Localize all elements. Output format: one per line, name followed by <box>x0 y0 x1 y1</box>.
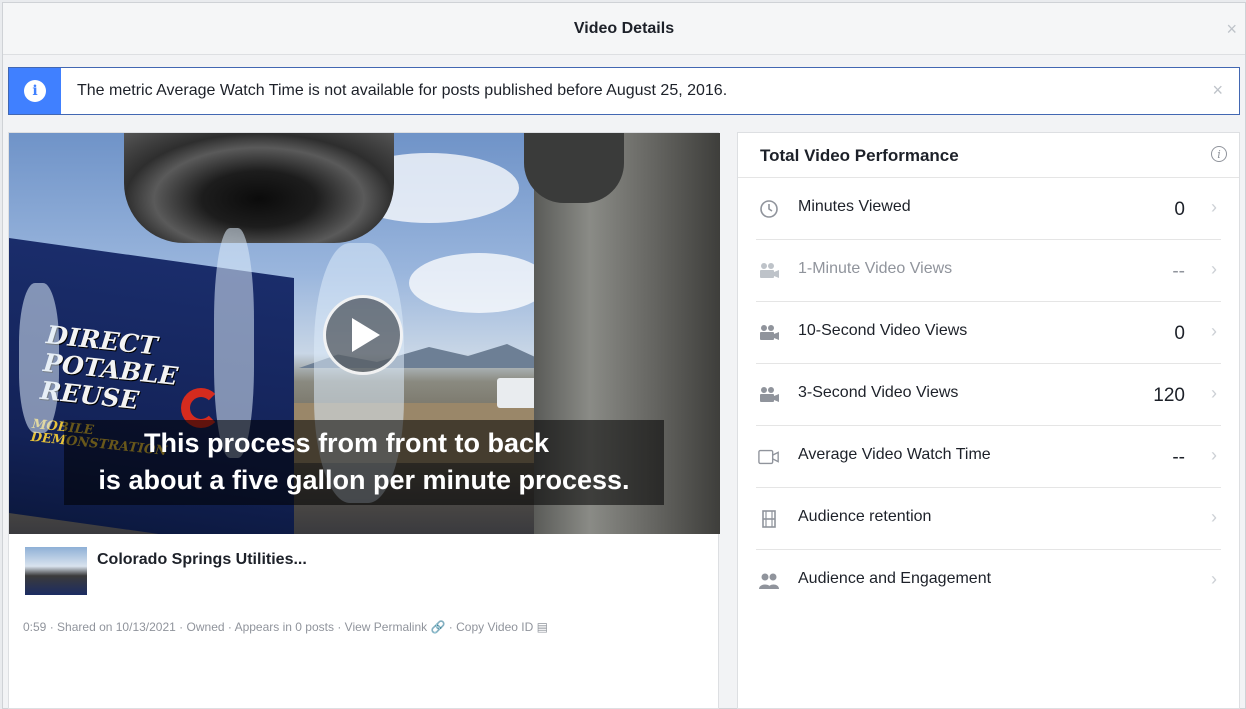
chevron-right-icon: › <box>1211 569 1217 589</box>
ownership-label: Owned <box>186 620 225 634</box>
metric-row-audience-retention[interactable]: Audience retention › <box>756 488 1221 550</box>
metric-row-1-minute-views[interactable]: 1-Minute Video Views -- › <box>756 240 1221 302</box>
appears-in-posts-link[interactable]: Appears in 0 posts <box>235 620 334 634</box>
copy-video-id-link[interactable]: Copy Video ID <box>456 620 533 634</box>
video-camera-icon <box>758 384 780 406</box>
chevron-right-icon: › <box>1211 383 1217 403</box>
people-icon <box>758 570 780 592</box>
water-stream <box>19 283 59 433</box>
play-button[interactable] <box>323 295 403 375</box>
info-icon-box: i <box>9 68 61 114</box>
view-permalink-link[interactable]: View Permalink <box>345 620 427 634</box>
video-camera-icon <box>758 322 780 344</box>
video-panel: DIRECT POTABLE REUSE MOBILE DEMONSTRATIO… <box>8 132 720 709</box>
video-duration: 0:59 <box>23 620 47 634</box>
close-icon[interactable]: × <box>1226 19 1237 40</box>
metric-row-average-watch-time[interactable]: Average Video Watch Time -- › <box>756 426 1221 488</box>
video-caption: This process from front to back is about… <box>64 420 664 505</box>
chevron-right-icon: › <box>1211 321 1217 341</box>
copy-icon: ▤ <box>536 620 548 634</box>
performance-header: Total Video Performance i <box>738 133 1239 178</box>
info-icon: i <box>24 80 46 102</box>
metric-row-3-second-views[interactable]: 3-Second Video Views 120 › <box>756 364 1221 426</box>
video-outline-icon <box>758 446 780 468</box>
link-icon: 🔗 <box>430 620 446 634</box>
pipe-right-top <box>524 133 624 203</box>
metric-label: 1-Minute Video Views <box>798 260 953 277</box>
metric-label: Minutes Viewed <box>798 198 911 215</box>
chevron-right-icon: › <box>1211 259 1217 279</box>
metric-row-audience-engagement[interactable]: Audience and Engagement › <box>756 550 1221 612</box>
film-icon <box>758 508 780 530</box>
video-meta: 0:59 · Shared on 10/13/2021 · Owned · Ap… <box>23 620 548 634</box>
metric-label: 10-Second Video Views <box>798 322 968 339</box>
info-notice: i The metric Average Watch Time is not a… <box>8 67 1240 115</box>
dialog-header: Video Details × <box>3 3 1245 55</box>
clock-icon <box>758 198 780 220</box>
video-title[interactable]: Colorado Springs Utilities... <box>97 551 307 569</box>
performance-panel: Total Video Performance i Minutes Viewed… <box>737 132 1240 709</box>
metric-label: Audience and Engagement <box>798 570 992 587</box>
pipe-top <box>124 133 394 243</box>
metric-row-10-second-views[interactable]: 10-Second Video Views 0 › <box>756 302 1221 364</box>
video-player[interactable]: DIRECT POTABLE REUSE MOBILE DEMONSTRATIO… <box>9 133 720 534</box>
metric-value: -- <box>1172 447 1185 468</box>
metric-value: 0 <box>1174 199 1185 220</box>
metric-label: Audience retention <box>798 508 932 525</box>
cloud <box>409 253 549 313</box>
metric-label: 3-Second Video Views <box>798 384 959 401</box>
dialog-title: Video Details <box>573 20 675 37</box>
trailer-lettering: DIRECT POTABLE REUSE <box>38 320 180 416</box>
metric-value: -- <box>1172 261 1185 282</box>
video-thumbnail[interactable] <box>25 547 87 595</box>
notice-close-icon[interactable]: × <box>1212 80 1223 101</box>
chevron-right-icon: › <box>1211 507 1217 527</box>
metric-value: 120 <box>1153 385 1185 406</box>
info-icon[interactable]: i <box>1211 146 1227 162</box>
performance-title: Total Video Performance <box>760 146 959 165</box>
chevron-right-icon: › <box>1211 197 1217 217</box>
notice-message: The metric Average Watch Time is not ava… <box>77 82 728 99</box>
shared-date: Shared on 10/13/2021 <box>57 620 176 634</box>
metric-row-minutes-viewed[interactable]: Minutes Viewed 0 › <box>756 178 1221 240</box>
metric-label: Average Video Watch Time <box>798 446 991 463</box>
play-icon <box>352 318 380 352</box>
metric-value: 0 <box>1174 323 1185 344</box>
chevron-right-icon: › <box>1211 445 1217 465</box>
video-camera-icon <box>758 260 780 282</box>
